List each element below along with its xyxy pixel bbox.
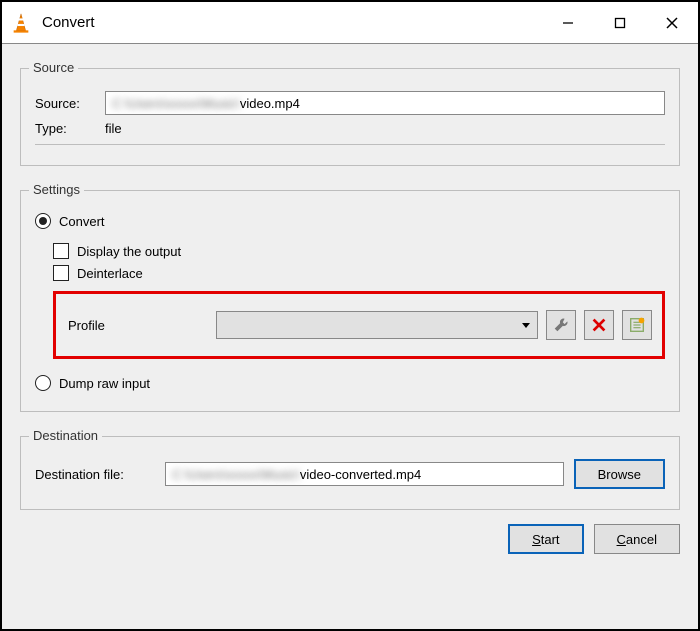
vlc-cone-icon: [10, 12, 32, 34]
delete-profile-button[interactable]: [584, 310, 614, 340]
cancel-button-label: Cancel: [617, 532, 657, 547]
browse-button[interactable]: Browse: [574, 459, 665, 489]
x-icon: [590, 316, 608, 334]
close-button[interactable]: [646, 3, 698, 43]
dump-raw-label: Dump raw input: [59, 376, 150, 391]
deinterlace-checkbox[interactable]: [53, 265, 69, 281]
display-output-checkbox[interactable]: [53, 243, 69, 259]
cancel-button[interactable]: Cancel: [594, 524, 680, 554]
dump-raw-radio[interactable]: [35, 375, 51, 391]
profile-combobox[interactable]: [216, 311, 538, 339]
source-label: Source:: [35, 96, 105, 111]
browse-button-label: Browse: [598, 467, 641, 482]
chevron-down-icon: [521, 320, 531, 330]
convert-radio-label: Convert: [59, 214, 105, 229]
titlebar: Convert: [2, 2, 698, 44]
destination-path-hidden: C:\Users\xxxxx\Music\: [172, 467, 300, 482]
start-button-label: Start: [532, 532, 559, 547]
deinterlace-label: Deinterlace: [77, 266, 143, 281]
profile-highlight: Profile: [53, 291, 665, 359]
start-button[interactable]: Start: [508, 524, 583, 554]
source-path-hidden: C:\Users\xxxxx\Music\: [112, 96, 240, 111]
window-title: Convert: [42, 14, 95, 31]
dialog-footer: Start Cancel: [20, 524, 680, 554]
destination-group-label: Destination: [29, 428, 102, 443]
source-group-label: Source: [29, 60, 78, 75]
convert-dialog: Convert Source Source: C:\Users\xxxxx\Mu…: [0, 0, 700, 631]
destination-file-label: Destination file:: [35, 467, 165, 482]
window-controls: [542, 3, 698, 43]
new-list-icon: [628, 316, 646, 334]
settings-group-label: Settings: [29, 182, 84, 197]
wrench-icon: [552, 316, 570, 334]
source-path-field[interactable]: C:\Users\xxxxx\Music\ video.mp4: [105, 91, 665, 115]
type-label: Type:: [35, 121, 105, 136]
destination-path-visible: video-converted.mp4: [300, 467, 421, 482]
profile-label: Profile: [66, 318, 216, 333]
maximize-button[interactable]: [594, 3, 646, 43]
edit-profile-button[interactable]: [546, 310, 576, 340]
convert-radio[interactable]: [35, 213, 51, 229]
destination-file-field[interactable]: C:\Users\xxxxx\Music\ video-converted.mp…: [165, 462, 564, 486]
source-groupbox: Source Source: C:\Users\xxxxx\Music\ vid…: [20, 68, 680, 166]
type-value: file: [105, 121, 122, 136]
source-path-visible: video.mp4: [240, 96, 300, 111]
minimize-button[interactable]: [542, 3, 594, 43]
new-profile-button[interactable]: [622, 310, 652, 340]
destination-groupbox: Destination Destination file: C:\Users\x…: [20, 436, 680, 510]
settings-groupbox: Settings Convert Display the output Dein…: [20, 190, 680, 412]
display-output-label: Display the output: [77, 244, 181, 259]
